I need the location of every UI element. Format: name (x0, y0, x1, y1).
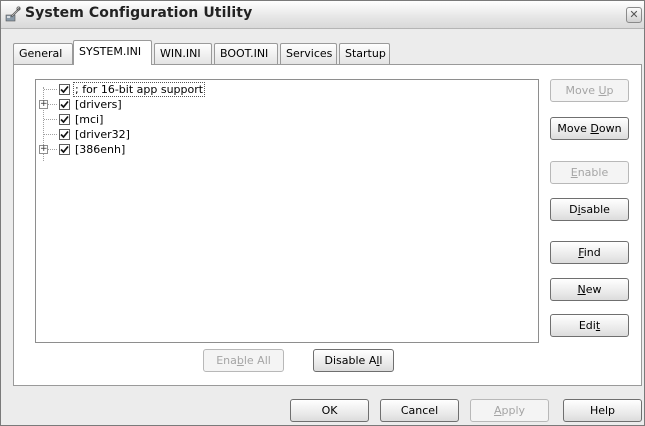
button-label: le All (243, 354, 271, 367)
tree-item[interactable]: + [386enh] (36, 142, 336, 157)
tab-boot-ini[interactable]: BOOT.INI (214, 43, 278, 64)
close-button[interactable]: ✕ (626, 7, 642, 23)
checkmark-icon (60, 85, 69, 94)
tab-system-ini[interactable]: SYSTEM.INI (73, 40, 152, 65)
ini-tree-view[interactable]: ; for 16-bit app support + [drivers] [mc… (35, 79, 539, 343)
tree-item-checkbox[interactable] (59, 84, 70, 95)
tab-label: BOOT.INI (220, 47, 269, 60)
access-key: b (236, 354, 244, 367)
tab-label: Services (286, 47, 333, 60)
button-label: sable (580, 203, 610, 216)
button-label: p (606, 84, 614, 97)
access-key: E (570, 166, 578, 179)
button-label: D (569, 203, 578, 216)
checkmark-icon (60, 130, 69, 139)
system-configuration-window: System Configuration Utility ✕ General S… (0, 0, 645, 426)
tree-item-label: ; for 16-bit app support (73, 82, 206, 97)
button-label: own (598, 122, 622, 135)
checkmark-icon (60, 145, 69, 154)
tab-general[interactable]: General (13, 43, 73, 64)
tab-label: WIN.INI (160, 47, 201, 60)
tree-item-checkbox[interactable] (59, 99, 70, 110)
access-key: N (577, 283, 586, 296)
expand-plus-icon[interactable]: + (39, 100, 48, 109)
button-label: nable (577, 166, 609, 179)
access-key: t (595, 319, 601, 332)
tab-win-ini[interactable]: WIN.INI (154, 43, 212, 64)
title-bar[interactable]: System Configuration Utility ✕ (1, 1, 644, 29)
cancel-button[interactable]: Cancel (380, 399, 459, 422)
tab-label: Startup (345, 47, 386, 60)
button-label: Move (557, 122, 591, 135)
enable-button[interactable]: Enable (550, 161, 629, 184)
checkmark-icon (60, 100, 69, 109)
access-key: U (598, 84, 607, 97)
access-key: D (590, 122, 599, 135)
tree-item-label: [386enh] (75, 143, 126, 156)
tab-label: General (19, 47, 63, 60)
tab-startup[interactable]: Startup (339, 43, 390, 64)
button-label: Move (565, 84, 599, 97)
new-button[interactable]: New (550, 278, 629, 301)
tree-item[interactable]: [mci] (36, 112, 336, 127)
access-key: A (493, 404, 502, 417)
button-label: Cancel (400, 404, 439, 417)
ok-button[interactable]: OK (290, 399, 369, 422)
apply-button[interactable]: Apply (470, 399, 549, 422)
tab-services[interactable]: Services (280, 43, 337, 64)
button-label: Ena (216, 354, 237, 367)
msconfig-app-icon (5, 6, 21, 22)
checkmark-icon (60, 115, 69, 124)
tree-item-checkbox[interactable] (59, 129, 70, 140)
tree-connector-line (44, 119, 57, 120)
tab-label: SYSTEM.INI (79, 45, 142, 58)
tree-item[interactable]: [driver32] (36, 127, 336, 142)
system-ini-panel: ; for 16-bit app support + [drivers] [mc… (13, 64, 642, 386)
tree-item[interactable]: + [drivers] (36, 97, 336, 112)
button-label: Disable A (324, 354, 377, 367)
disable-all-button[interactable]: Disable All (313, 349, 394, 372)
button-label: ew (585, 283, 602, 296)
close-icon: ✕ (629, 8, 639, 21)
move-down-button[interactable]: Move Down (550, 117, 629, 140)
disable-button[interactable]: Disable (550, 198, 629, 221)
find-button[interactable]: Find (550, 241, 629, 264)
button-label: Help (589, 404, 616, 417)
tree-item-checkbox[interactable] (59, 144, 70, 155)
window-title: System Configuration Utility (25, 5, 253, 21)
tree-item-checkbox[interactable] (59, 114, 70, 125)
tree-connector-line (44, 134, 57, 135)
tree-item-label: [driver32] (75, 128, 130, 141)
tree-connector-line (44, 89, 57, 90)
edit-button[interactable]: Edit (550, 314, 629, 337)
button-label: pply (501, 404, 526, 417)
tree-item-label: [drivers] (75, 98, 122, 111)
help-button[interactable]: Help (563, 399, 642, 422)
move-up-button[interactable]: Move Up (550, 79, 629, 102)
tree-item-label: [mci] (75, 113, 104, 126)
button-label: ind (583, 246, 601, 259)
expand-plus-icon[interactable]: + (39, 145, 48, 154)
enable-all-button[interactable]: Enable All (203, 349, 284, 372)
button-label: l (379, 354, 383, 367)
tree-item[interactable]: ; for 16-bit app support (36, 82, 336, 97)
button-label: OK (321, 404, 338, 417)
button-label: Edi (578, 319, 596, 332)
